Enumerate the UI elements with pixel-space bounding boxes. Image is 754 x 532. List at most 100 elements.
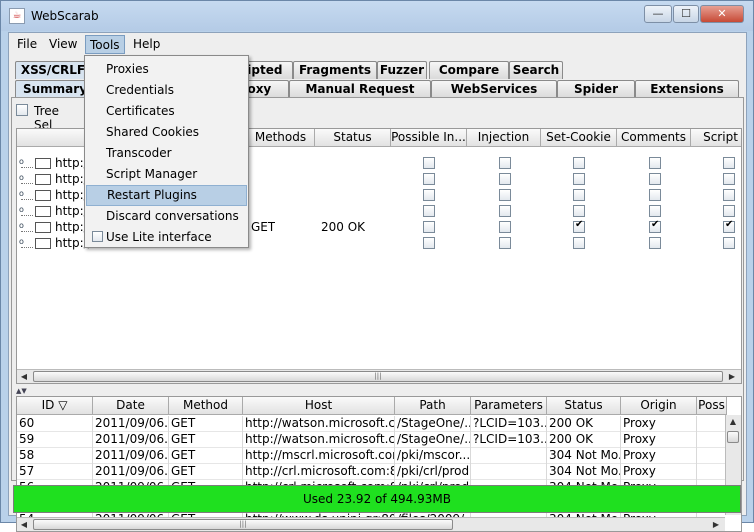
column-header-method[interactable]: Method bbox=[169, 397, 243, 415]
split-pane-divider[interactable]: ▲▼ bbox=[16, 388, 742, 395]
flag-checkbox[interactable] bbox=[723, 173, 735, 185]
menu-item-certificates[interactable]: Certificates bbox=[86, 101, 247, 122]
column-header-comments[interactable]: Comments bbox=[617, 129, 691, 147]
column-header-id[interactable]: ID ▽ bbox=[17, 397, 93, 415]
flag-checkbox[interactable] bbox=[423, 157, 435, 169]
scroll-left-arrow-icon[interactable]: ◀ bbox=[17, 370, 31, 383]
column-header-path[interactable]: Path bbox=[395, 397, 471, 415]
menu-item-credentials[interactable]: Credentials bbox=[86, 80, 247, 101]
horizontal-scrollbar[interactable]: ◀ ||| ▶ bbox=[17, 369, 741, 383]
flag-checkbox[interactable] bbox=[499, 237, 511, 249]
tab-fragments[interactable]: Fragments bbox=[293, 61, 377, 79]
tree-selection-checkbox[interactable] bbox=[16, 103, 28, 116]
flag-checkbox[interactable] bbox=[649, 219, 661, 233]
menu-item-shared-cookies[interactable]: Shared Cookies bbox=[86, 122, 247, 143]
flag-checkbox[interactable] bbox=[723, 205, 735, 217]
table-row[interactable]: 57 2011/09/06... GET http://crl.microsoft.c… bbox=[17, 464, 725, 480]
menu-item-proxies[interactable]: Proxies bbox=[86, 59, 247, 80]
flag-checkbox[interactable] bbox=[423, 221, 435, 233]
flag-checkbox[interactable] bbox=[499, 189, 511, 201]
tree-row[interactable]: http:// bbox=[19, 202, 92, 219]
title-bar[interactable]: ☕ WebScarab — ☐ ✕ bbox=[1, 1, 753, 31]
scroll-up-arrow-icon[interactable]: ▲ bbox=[726, 415, 740, 428]
tab-manual-request[interactable]: Manual Request bbox=[289, 80, 431, 98]
tab-xss-crlf[interactable]: XSS/CRLF bbox=[15, 61, 91, 79]
menu-item-use-lite-interface[interactable]: Use Lite interface bbox=[86, 227, 247, 248]
flag-checkbox[interactable] bbox=[423, 173, 435, 185]
menu-file[interactable]: File bbox=[13, 35, 41, 54]
menu-tools[interactable]: Tools bbox=[85, 35, 125, 54]
column-header-possible[interactable]: Poss bbox=[697, 397, 727, 415]
scroll-left-arrow-icon[interactable]: ◀ bbox=[17, 518, 31, 531]
column-header-origin[interactable]: Origin bbox=[621, 397, 697, 415]
menu-item-transcoder[interactable]: Transcoder bbox=[86, 143, 247, 164]
horizontal-scrollbar[interactable]: ◀ ||| ▶ bbox=[17, 517, 725, 531]
column-header-set-cookie[interactable]: Set-Cookie bbox=[541, 129, 617, 147]
column-header-injection[interactable]: Injection bbox=[467, 129, 541, 147]
flag-checkbox[interactable] bbox=[499, 205, 511, 217]
flag-checkbox[interactable] bbox=[423, 237, 435, 249]
menu-item-discard-conversations[interactable]: Discard conversations bbox=[86, 206, 247, 227]
flag-checkbox[interactable] bbox=[649, 237, 661, 249]
menu-item-restart-plugins[interactable]: Restart Plugins bbox=[86, 185, 247, 206]
tab-spider[interactable]: Spider bbox=[557, 80, 635, 98]
maximize-button[interactable]: ☐ bbox=[673, 5, 699, 23]
flag-checkbox[interactable] bbox=[573, 173, 585, 185]
tree-row[interactable]: http:// bbox=[19, 218, 92, 235]
table-row[interactable]: 59 2011/09/06... GET http://watson.microsof… bbox=[17, 432, 725, 448]
column-header-status[interactable]: Status bbox=[315, 129, 391, 147]
column-header-date[interactable]: Date bbox=[93, 397, 169, 415]
tree-node-handle-icon[interactable] bbox=[19, 218, 33, 234]
table-row[interactable]: 60 2011/09/06... GET http://watson.microsof… bbox=[17, 416, 725, 432]
flag-checkbox[interactable] bbox=[723, 237, 735, 249]
tab-compare[interactable]: Compare bbox=[429, 61, 509, 79]
scrollbar-thumb[interactable]: ||| bbox=[33, 519, 453, 530]
tree-row[interactable]: http:// bbox=[19, 154, 92, 171]
flag-checkbox[interactable] bbox=[573, 219, 585, 233]
scroll-right-arrow-icon[interactable]: ▶ bbox=[709, 518, 723, 531]
flag-checkbox[interactable] bbox=[649, 173, 661, 185]
flag-checkbox[interactable] bbox=[499, 173, 511, 185]
flag-checkbox[interactable] bbox=[573, 157, 585, 169]
tab-extensions[interactable]: Extensions bbox=[635, 80, 739, 98]
tab-fuzzer[interactable]: Fuzzer bbox=[377, 61, 427, 79]
flag-checkbox[interactable] bbox=[573, 205, 585, 217]
tree-row[interactable]: http:// bbox=[19, 170, 92, 187]
menu-view[interactable]: View bbox=[45, 35, 81, 54]
scrollbar-thumb[interactable]: ||| bbox=[33, 371, 723, 382]
tree-node-handle-icon[interactable] bbox=[19, 234, 33, 250]
memory-usage-bar[interactable]: Used 23.92 of 494.93MB bbox=[13, 485, 741, 513]
tree-row[interactable]: http:// bbox=[19, 234, 92, 251]
tree-node-handle-icon[interactable] bbox=[19, 170, 33, 186]
tab-webservices[interactable]: WebServices bbox=[431, 80, 557, 98]
flag-checkbox[interactable] bbox=[649, 189, 661, 201]
flag-checkbox[interactable] bbox=[573, 237, 585, 249]
column-header-status[interactable]: Status bbox=[547, 397, 621, 415]
scroll-right-arrow-icon[interactable]: ▶ bbox=[725, 370, 739, 383]
column-header-host[interactable]: Host bbox=[243, 397, 395, 415]
tree-node-handle-icon[interactable] bbox=[19, 202, 33, 218]
column-header-methods[interactable]: Methods bbox=[247, 129, 315, 147]
menu-help[interactable]: Help bbox=[129, 35, 164, 54]
flag-checkbox[interactable] bbox=[499, 157, 511, 169]
tree-row[interactable]: http:// bbox=[19, 186, 92, 203]
flag-checkbox[interactable] bbox=[573, 189, 585, 201]
scrollbar-thumb[interactable] bbox=[727, 431, 739, 443]
menu-item-script-manager[interactable]: Script Manager bbox=[86, 164, 247, 185]
tree-node-handle-icon[interactable] bbox=[19, 154, 33, 170]
flag-checkbox[interactable] bbox=[723, 189, 735, 201]
flag-checkbox[interactable] bbox=[723, 157, 735, 169]
flag-checkbox[interactable] bbox=[499, 221, 511, 233]
tree-node-handle-icon[interactable] bbox=[19, 186, 33, 202]
flag-checkbox[interactable] bbox=[423, 189, 435, 201]
column-header-parameters[interactable]: Parameters bbox=[471, 397, 547, 415]
flag-checkbox[interactable] bbox=[649, 157, 661, 169]
table-row[interactable]: 58 2011/09/06... GET http://mscrl.microsoft… bbox=[17, 448, 725, 464]
flag-checkbox[interactable] bbox=[723, 219, 735, 233]
minimize-button[interactable]: — bbox=[644, 5, 672, 23]
flag-checkbox[interactable] bbox=[649, 205, 661, 217]
column-header-script[interactable]: Script bbox=[691, 129, 741, 147]
flag-checkbox[interactable] bbox=[423, 205, 435, 217]
column-header-possible-injection[interactable]: Possible In... bbox=[391, 129, 467, 147]
tab-search[interactable]: Search bbox=[509, 61, 563, 79]
